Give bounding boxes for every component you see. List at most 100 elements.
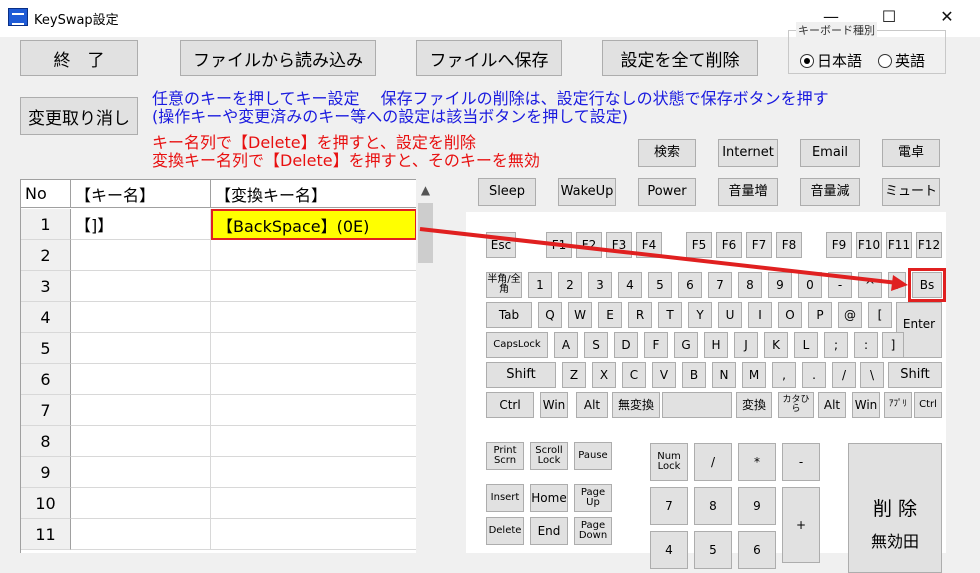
key-shift-left[interactable]: Shift <box>486 362 556 388</box>
key-f9[interactable]: F9 <box>826 232 852 258</box>
key-b[interactable]: B <box>682 362 706 388</box>
swap-name-cell[interactable] <box>211 364 416 395</box>
key-delete[interactable]: Delete <box>486 517 524 545</box>
key-f6[interactable]: F6 <box>716 232 742 258</box>
key-0[interactable]: 0 <box>798 272 822 298</box>
key-name-cell[interactable] <box>71 271 211 302</box>
key-c[interactable]: C <box>622 362 646 388</box>
key-w[interactable]: W <box>568 302 592 328</box>
key-name-cell[interactable] <box>71 364 211 395</box>
key-scrolllock[interactable]: Scroll Lock <box>530 442 568 470</box>
calc-key[interactable]: 電卓 <box>882 139 940 167</box>
key-colon[interactable]: : <box>854 332 878 358</box>
key-alt-right[interactable]: Alt <box>818 392 846 418</box>
key-name-cell[interactable] <box>71 519 211 550</box>
key-semicolon[interactable]: ; <box>824 332 848 358</box>
key-num-5[interactable]: 5 <box>694 531 732 569</box>
save-file-button[interactable]: ファイルへ保存 <box>416 40 562 76</box>
key-numlock[interactable]: Num Lock <box>650 443 688 481</box>
swap-name-cell[interactable] <box>211 302 416 333</box>
power-key[interactable]: Power <box>638 178 696 206</box>
scroll-thumb[interactable] <box>418 203 433 263</box>
swap-name-cell[interactable] <box>211 519 416 550</box>
key-name-cell[interactable] <box>71 302 211 333</box>
undo-button[interactable]: 変更取り消し <box>20 97 138 135</box>
key-u[interactable]: U <box>718 302 742 328</box>
table-row[interactable]: 11 <box>21 519 416 550</box>
key-o[interactable]: O <box>778 302 802 328</box>
swap-name-cell[interactable] <box>211 426 416 457</box>
key-m[interactable]: M <box>742 362 766 388</box>
key-z[interactable]: Z <box>562 362 586 388</box>
key-f12[interactable]: F12 <box>916 232 942 258</box>
key-f[interactable]: F <box>644 332 668 358</box>
key-name-cell[interactable] <box>71 395 211 426</box>
radio-japanese[interactable]: 日本語 <box>800 50 862 71</box>
key-6[interactable]: 6 <box>678 272 702 298</box>
key-num-7[interactable]: 7 <box>650 487 688 525</box>
key-comma[interactable]: , <box>772 362 796 388</box>
key-7[interactable]: 7 <box>708 272 732 298</box>
key-ctrl-right[interactable]: Ctrl <box>914 392 942 418</box>
delete-disable-button[interactable]: 削 除 無効田 <box>848 443 942 573</box>
volume-up-key[interactable]: 音量増 <box>718 178 778 206</box>
key-alt-left[interactable]: Alt <box>576 392 608 418</box>
key-name-cell[interactable] <box>71 240 211 271</box>
key-v[interactable]: V <box>652 362 676 388</box>
table-row[interactable]: 7 <box>21 395 416 426</box>
swap-name-cell[interactable] <box>211 333 416 364</box>
key-win-right[interactable]: Win <box>852 392 880 418</box>
key-4[interactable]: 4 <box>618 272 642 298</box>
key-k[interactable]: K <box>764 332 788 358</box>
key-name-cell[interactable] <box>71 488 211 519</box>
key-pagedown[interactable]: Page Down <box>574 517 612 545</box>
key-9[interactable]: 9 <box>768 272 792 298</box>
key-name-cell[interactable]: 【]】 <box>71 209 211 240</box>
swap-name-cell[interactable] <box>211 271 416 302</box>
key-pause[interactable]: Pause <box>574 442 612 470</box>
key-app[interactable]: ｱﾌﾟﾘ <box>884 392 912 418</box>
key-n[interactable]: N <box>712 362 736 388</box>
key-katakana[interactable]: カタひら <box>778 392 814 418</box>
table-scrollbar[interactable]: ▲ <box>416 179 435 553</box>
scroll-up-icon[interactable]: ▲ <box>416 179 435 201</box>
key-ctrl-left[interactable]: Ctrl <box>486 392 534 418</box>
swap-name-cell[interactable] <box>211 488 416 519</box>
key-5[interactable]: 5 <box>648 272 672 298</box>
key-tab[interactable]: Tab <box>486 302 532 328</box>
table-row[interactable]: 9 <box>21 457 416 488</box>
key-printscreen[interactable]: Print Scrn <box>486 442 524 470</box>
key-f2[interactable]: F2 <box>576 232 602 258</box>
key-num-divide[interactable]: / <box>694 443 732 481</box>
key-f4[interactable]: F4 <box>636 232 662 258</box>
key-end[interactable]: End <box>530 517 568 545</box>
swap-name-cell[interactable] <box>211 457 416 488</box>
key-name-cell[interactable] <box>71 457 211 488</box>
key-p[interactable]: P <box>808 302 832 328</box>
key-num-9[interactable]: 9 <box>738 487 776 525</box>
key-8[interactable]: 8 <box>738 272 762 298</box>
key-f3[interactable]: F3 <box>606 232 632 258</box>
table-row[interactable]: 3 <box>21 271 416 302</box>
table-row[interactable]: 10 <box>21 488 416 519</box>
key-home[interactable]: Home <box>530 484 568 512</box>
table-row[interactable]: 4 <box>21 302 416 333</box>
key-pageup[interactable]: Page Up <box>574 484 612 512</box>
key-f7[interactable]: F7 <box>746 232 772 258</box>
key-capslock[interactable]: CapsLock <box>486 332 548 358</box>
key-r[interactable]: R <box>628 302 652 328</box>
key-x[interactable]: X <box>592 362 616 388</box>
key-minus[interactable]: - <box>828 272 852 298</box>
key-q[interactable]: Q <box>538 302 562 328</box>
swap-name-cell[interactable]: 【BackSpace】(0E) <box>211 209 416 240</box>
swap-name-cell[interactable] <box>211 395 416 426</box>
table-row[interactable]: 6 <box>21 364 416 395</box>
key-caret[interactable]: ^ <box>858 272 882 298</box>
key-3[interactable]: 3 <box>588 272 612 298</box>
volume-down-key[interactable]: 音量減 <box>800 178 860 206</box>
sleep-key[interactable]: Sleep <box>478 178 536 206</box>
key-i[interactable]: I <box>748 302 772 328</box>
key-a[interactable]: A <box>554 332 578 358</box>
key-d[interactable]: D <box>614 332 638 358</box>
radio-english[interactable]: 英語 <box>878 50 925 71</box>
